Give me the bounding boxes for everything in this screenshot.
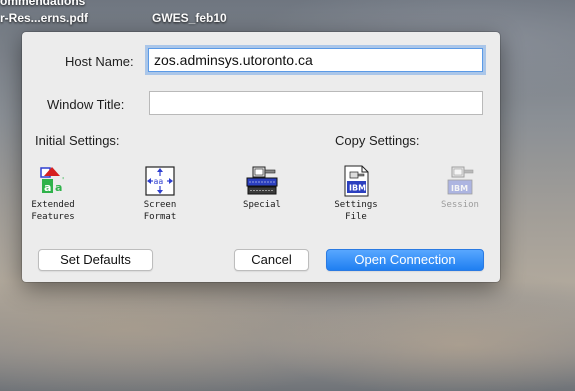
special-icon [246,166,278,195]
host-name-label: Host Name: [65,54,134,69]
screen-format-line2: Format [143,212,177,222]
special-line1: Special [243,200,281,210]
settings-file-icon: IBM [344,165,369,197]
screen-format-button[interactable]: aa Screen Format [125,165,195,223]
settings-file-line1: Settings [334,200,378,210]
connection-dialog: Host Name: zos.adminsys.utoronto.ca Wind… [22,32,500,282]
screen-format-icon: aa [145,166,175,196]
window-title-input[interactable] [149,91,483,115]
desktop-file-label-1-line1: ommendations [0,0,86,8]
extended-features-line1: Extended [31,200,75,210]
svg-text:': ' [62,176,64,185]
screen-format-line1: Screen [143,200,177,210]
open-connection-button[interactable]: Open Connection [326,249,484,271]
session-button: IBM Session [425,165,495,211]
svg-text:IBM: IBM [451,184,468,193]
extended-features-button[interactable]: a a ' Extended Features [18,165,88,223]
settings-file-line2: File [345,212,367,222]
svg-text:aa: aa [154,177,164,186]
session-icon: IBM [447,166,474,195]
session-line1: Session [441,200,479,210]
svg-text:IBM: IBM [349,184,366,193]
window-title-label: Window Title: [47,97,125,112]
special-button[interactable]: Special [227,165,297,211]
cancel-button[interactable]: Cancel [234,249,309,271]
settings-file-button[interactable]: IBM Settings File [321,165,391,223]
set-defaults-button[interactable]: Set Defaults [38,249,153,271]
desktop-file-label-1[interactable]: r-Res...erns.pdf [0,11,88,25]
host-name-input[interactable]: zos.adminsys.utoronto.ca [148,48,483,72]
desktop-file-label-2[interactable]: GWES_feb10 [152,11,227,25]
svg-text:a: a [44,181,51,194]
extended-features-icon: a a ' [40,167,64,194]
initial-settings-label: Initial Settings: [35,133,120,148]
extended-features-line2: Features [31,212,75,222]
copy-settings-label: Copy Settings: [335,133,420,148]
